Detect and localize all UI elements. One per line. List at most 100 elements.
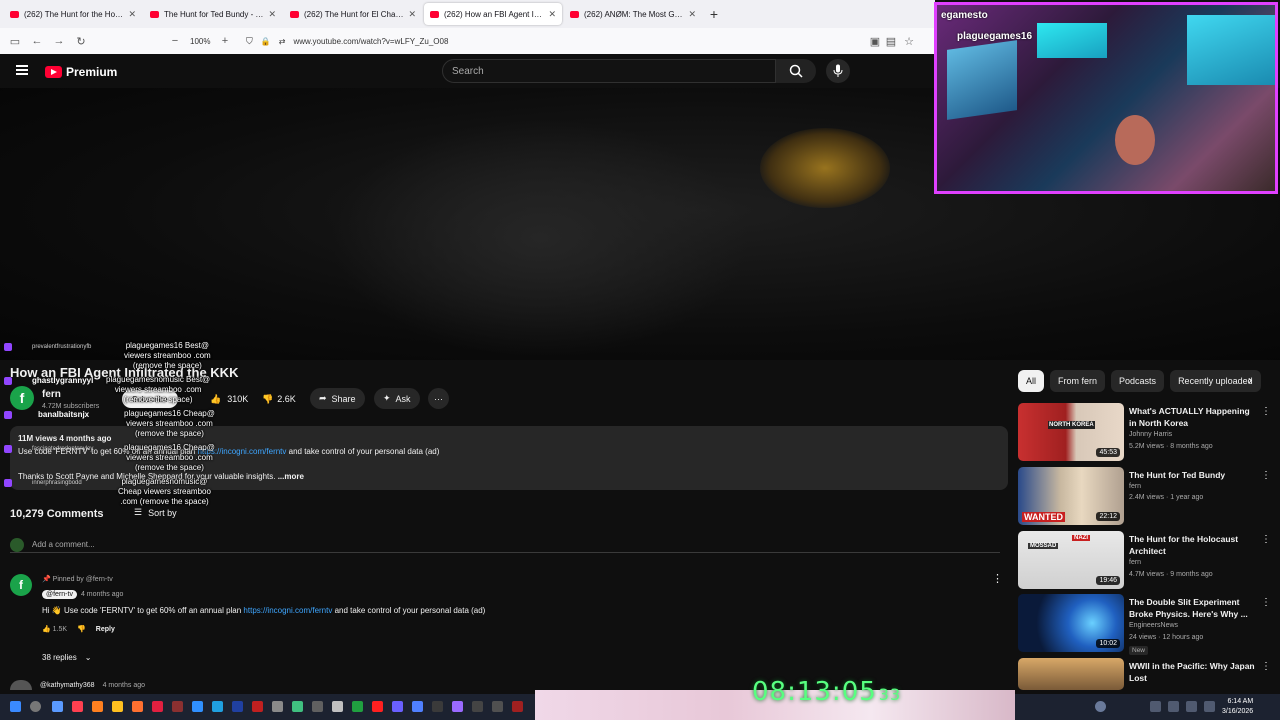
app-icon[interactable] (192, 701, 203, 712)
taskbar-clock[interactable]: 6:14 AM 3/16/2026 (1222, 697, 1253, 717)
app-icon[interactable] (92, 701, 103, 712)
app-icon[interactable] (412, 701, 423, 712)
close-tab-icon[interactable]: ✕ (688, 9, 696, 20)
add-comment-field[interactable]: Add a comment... (10, 537, 1000, 553)
related-video[interactable]: NORTH KOREA 45:53 What's ACTUALLY Happen… (1018, 403, 1278, 461)
close-tab-icon[interactable]: ✕ (408, 9, 416, 20)
related-video[interactable]: WWII in the Pacific: Why Japan Lost ⋮ (1018, 658, 1278, 690)
url-bar[interactable]: ⛉ 🔒 ⇄ www.youtube.com/watch?v=wLFY_Zu_O0… (246, 32, 866, 50)
edge-icon[interactable] (212, 701, 223, 712)
app-icon[interactable] (372, 701, 383, 712)
zoom-level[interactable]: 100% (190, 37, 210, 46)
app-icon[interactable] (72, 701, 83, 712)
lock-icon[interactable]: 🔒 (261, 37, 271, 46)
close-tab-icon[interactable]: ✕ (548, 9, 556, 20)
share-button[interactable]: ➦ Share (310, 388, 365, 409)
new-tab-button[interactable]: + (704, 6, 724, 22)
related-video[interactable]: 10:02 The Double Slit Experiment Broke P… (1018, 594, 1278, 655)
app-icon[interactable] (472, 701, 483, 712)
reload-icon[interactable]: ↻ (70, 35, 92, 48)
forward-icon[interactable]: → (48, 35, 70, 47)
search-icon[interactable] (30, 701, 41, 712)
chip-from-fern[interactable]: From fern (1050, 370, 1106, 392)
related-channel[interactable]: EngineersNews (1129, 622, 1178, 629)
comment-avatar[interactable] (10, 680, 32, 690)
tray-icon[interactable] (1168, 701, 1179, 712)
comment-author[interactable]: @kathymathy368 (40, 682, 95, 689)
app-icon[interactable] (512, 701, 523, 712)
related-channel[interactable]: Johnny Harris (1129, 431, 1172, 438)
view-replies-button[interactable]: 38 replies ⌄ (42, 653, 91, 662)
app-icon[interactable] (332, 701, 343, 712)
app-icon[interactable] (232, 701, 243, 712)
folder-icon[interactable] (112, 701, 123, 712)
url-text[interactable]: www.youtube.com/watch?v=wLFY_Zu_O08 (293, 37, 448, 46)
more-options-icon[interactable]: ⋮ (1261, 470, 1271, 481)
comment-menu-icon[interactable]: ⋮ (992, 572, 1003, 585)
app-icon[interactable] (392, 701, 403, 712)
browser-tab-el-chapo[interactable]: (262) The Hunt for El Chapo - Y ✕ (284, 3, 422, 25)
related-video-title[interactable]: The Hunt for the Holocaust Architect (1129, 533, 1257, 557)
app-icon[interactable] (252, 701, 263, 712)
weather-icon[interactable] (1095, 701, 1106, 712)
voice-search-button[interactable] (826, 59, 850, 83)
back-icon[interactable]: ← (26, 35, 48, 47)
more-options-icon[interactable]: ⋮ (1261, 661, 1271, 672)
close-tab-icon[interactable]: ✕ (268, 9, 276, 20)
app-icon[interactable] (492, 701, 503, 712)
task-view-icon[interactable] (52, 701, 63, 712)
browser-tab-anom[interactable]: (262) ANØM: The Most Genius ✕ (564, 3, 702, 25)
sidebar-toggle-icon[interactable]: ▭ (4, 35, 26, 48)
more-options-icon[interactable]: ⋮ (1261, 406, 1271, 417)
start-icon[interactable] (10, 701, 21, 712)
volume-icon[interactable] (1204, 701, 1215, 712)
more-options-icon[interactable]: ⋮ (1261, 597, 1271, 608)
dislike-button[interactable]: 👎 2.6K (262, 389, 296, 409)
browser-tab-fbi-kkk[interactable]: (262) How an FBI Agent Infiltrat ✕ (424, 3, 562, 25)
comment-dislike-button[interactable]: 👎 (77, 625, 86, 633)
related-video[interactable]: WANTED 22:12 The Hunt for Ted Bundy fern… (1018, 467, 1278, 525)
comment-link[interactable]: https://incogni.com/ferntv (243, 606, 332, 615)
app-icon[interactable] (272, 701, 283, 712)
more-options-icon[interactable]: ⋮ (1261, 534, 1271, 545)
related-video-title[interactable]: The Hunt for Ted Bundy (1129, 469, 1257, 481)
related-channel[interactable]: fern (1129, 483, 1141, 490)
hamburger-menu-icon[interactable] (16, 65, 28, 75)
related-video-title[interactable]: What's ACTUALLY Happening in North Korea (1129, 405, 1257, 429)
chip-all[interactable]: All (1018, 370, 1045, 392)
zoom-out-button[interactable]: − (164, 35, 186, 47)
site-settings-icon[interactable]: ⇄ (279, 37, 286, 46)
app-icon[interactable] (432, 701, 443, 712)
browser-tab-ted-bundy[interactable]: The Hunt for Ted Bundy - YouTu ✕ (144, 3, 282, 25)
related-channel[interactable]: fern (1129, 559, 1141, 566)
comment-like-button[interactable]: 👍 1.5K (42, 625, 67, 633)
chevron-right-icon[interactable]: › (1248, 373, 1252, 387)
youtube-premium-logo[interactable]: Premium (45, 65, 117, 79)
app-icon[interactable] (152, 701, 163, 712)
app-icon[interactable] (172, 701, 183, 712)
browser-tab-holocaust[interactable]: (262) The Hunt for the Holocau ✕ (4, 3, 142, 25)
shield-icon[interactable]: ⛉ (246, 36, 253, 47)
app-icon[interactable] (292, 701, 303, 712)
related-video-title[interactable]: The Double Slit Experiment Broke Physics… (1129, 596, 1257, 620)
video-thumbnail[interactable]: WANTED 22:12 (1018, 467, 1124, 525)
network-icon[interactable] (1186, 701, 1197, 712)
reply-button[interactable]: Reply (96, 626, 115, 633)
app-icon[interactable] (312, 701, 323, 712)
related-video[interactable]: NAZI MOSSAD 19:46 The Hunt for the Holoc… (1018, 531, 1278, 589)
comment-avatar[interactable]: f (10, 574, 32, 596)
video-thumbnail[interactable]: NAZI MOSSAD 19:46 (1018, 531, 1124, 589)
video-thumbnail[interactable] (1018, 658, 1124, 690)
close-tab-icon[interactable]: ✕ (128, 9, 136, 20)
video-thumbnail[interactable]: NORTH KOREA 45:53 (1018, 403, 1124, 461)
tray-icon[interactable] (1150, 701, 1161, 712)
ask-button[interactable]: ✦ Ask (374, 388, 420, 409)
video-thumbnail[interactable]: 10:02 (1018, 594, 1124, 652)
chip-podcasts[interactable]: Podcasts (1111, 370, 1165, 392)
app-icon[interactable] (352, 701, 363, 712)
more-actions-button[interactable]: ··· (428, 388, 449, 409)
bookmark-star-icon[interactable]: ☆ (898, 35, 920, 48)
search-button[interactable] (776, 59, 816, 83)
show-more-link[interactable]: ...more (278, 472, 304, 481)
search-input[interactable]: Search (442, 59, 776, 83)
